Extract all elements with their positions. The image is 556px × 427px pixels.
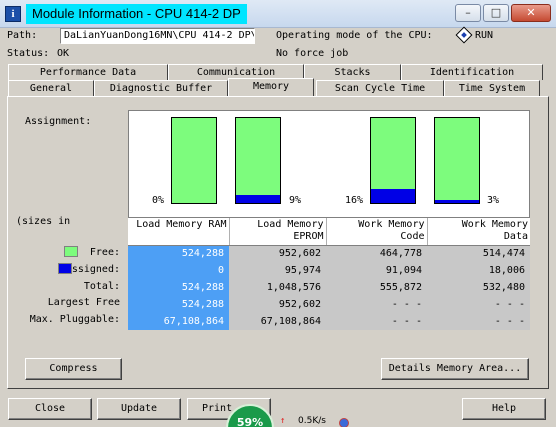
table-cell: 532,480 <box>427 279 530 296</box>
row-label-free: Free: <box>89 247 120 258</box>
column-header: Work Memory Code <box>326 218 428 246</box>
table-cell: 67,108,864 <box>128 313 229 330</box>
opmode-value: RUN <box>475 30 494 41</box>
bar-used-fill <box>236 195 280 203</box>
bar-pct-load-memory-ram: 0% <box>152 195 165 206</box>
table-row: 0 95,974 91,094 18,006 <box>128 262 530 279</box>
table-cell: 524,288 <box>128 296 229 313</box>
tab-identification[interactable]: Identification <box>401 64 543 80</box>
table-cell: 514,474 <box>427 245 530 262</box>
maximize-button[interactable]: □ <box>483 4 509 22</box>
assignment-label: Assignment: <box>25 116 92 127</box>
tab-scan-cycle-time[interactable]: Scan Cycle Time <box>316 80 444 96</box>
memory-table: Load Memory RAM Load Memory EPROM Work M… <box>128 218 530 330</box>
close-window-button[interactable]: ✕ <box>511 4 551 22</box>
table-row: 524,288 1,048,576 555,872 532,480 <box>128 279 530 296</box>
network-status-icon <box>339 418 349 427</box>
column-header: Load Memory RAM <box>128 218 230 246</box>
status-value: OK <box>57 48 70 59</box>
bar-pct-load-memory-eprom: 9% <box>289 195 302 206</box>
bar-pct-work-memory-data: 3% <box>487 195 500 206</box>
table-cell: - - - <box>427 296 530 313</box>
table-cell: 952,602 <box>229 296 326 313</box>
assigned-color-swatch <box>58 263 72 274</box>
table-cell: 524,288 <box>128 279 229 296</box>
row-label-assigned: ssigned: <box>71 264 120 275</box>
minimize-button[interactable]: – <box>455 4 481 22</box>
force-job-text: No force job <box>276 48 349 59</box>
upload-arrow-icon: ↑ <box>280 416 286 426</box>
bar-pct-work-memory-code: 16% <box>345 195 364 206</box>
table-cell: - - - <box>326 296 427 313</box>
close-button[interactable]: Close <box>8 398 92 420</box>
table-cell: 524,288 <box>128 245 229 262</box>
tab-memory[interactable]: Memory <box>228 78 314 96</box>
tab-time-system[interactable]: Time System <box>444 80 540 96</box>
window-title: Module Information - CPU 414-2 DP <box>26 4 247 24</box>
bar-work-memory-data <box>434 117 480 204</box>
run-status-icon <box>455 26 473 44</box>
title-bar: i Module Information - CPU 414-2 DP – □ … <box>0 0 556 28</box>
table-cell: 1,048,576 <box>229 279 326 296</box>
table-cell: 464,778 <box>326 245 427 262</box>
table-cell: 95,974 <box>229 262 326 279</box>
column-header: Work Memory Data <box>427 218 530 246</box>
tab-stacks[interactable]: Stacks <box>304 64 401 80</box>
table-row: 524,288 952,602 - - - - - - <box>128 296 530 313</box>
tab-performance-data[interactable]: Performance Data <box>8 64 168 80</box>
path-field: DaLianYuanDong16MN\CPU 414-2 DP\ <box>60 28 255 44</box>
bar-work-memory-code <box>370 117 416 204</box>
tab-general[interactable]: General <box>8 80 94 96</box>
bar-load-memory-eprom <box>235 117 281 204</box>
details-memory-area-button[interactable]: Details Memory Area... <box>381 358 529 380</box>
app-icon: i <box>5 6 21 22</box>
free-color-swatch <box>64 246 78 257</box>
table-cell: - - - <box>326 313 427 330</box>
table-cell: 952,602 <box>229 245 326 262</box>
table-cell: 18,006 <box>427 262 530 279</box>
compress-button[interactable]: Compress <box>25 358 122 380</box>
table-cell: 555,872 <box>326 279 427 296</box>
column-header: Load Memory EPROM <box>229 218 327 246</box>
table-cell: 91,094 <box>326 262 427 279</box>
tab-diagnostic-buffer[interactable]: Diagnostic Buffer <box>94 80 228 96</box>
opmode-label: Operating mode of the CPU: <box>276 30 433 41</box>
bar-used-fill <box>371 189 415 203</box>
bar-used-fill <box>435 200 479 203</box>
row-label-total: Total: <box>83 281 120 292</box>
table-row: 67,108,864 67,108,864 - - - - - - <box>128 313 530 330</box>
path-label: Path: <box>7 30 38 41</box>
update-button[interactable]: Update <box>97 398 181 420</box>
memory-bar-chart: 0% 9% 16% 3% <box>128 110 530 218</box>
row-label-max-pluggable: Max. Pluggable: <box>29 314 120 325</box>
row-label-largest-free: Largest Free <box>47 297 120 308</box>
table-cell: - - - <box>427 313 530 330</box>
sizes-label: (sizes in <box>16 216 71 227</box>
network-speed: 0.5K/s <box>298 416 326 426</box>
status-label: Status: <box>7 48 50 59</box>
table-cell: 0 <box>128 262 229 279</box>
help-button[interactable]: Help <box>462 398 546 420</box>
bar-load-memory-ram <box>171 117 217 204</box>
table-row: 524,288 952,602 464,778 514,474 <box>128 245 530 262</box>
table-cell: 67,108,864 <box>229 313 326 330</box>
